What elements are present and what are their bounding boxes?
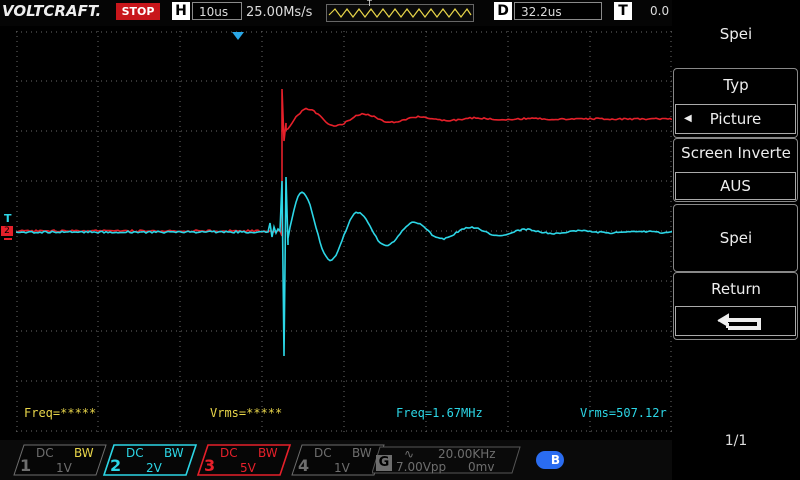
- channel-bandwidth-limit: BW: [74, 446, 94, 460]
- channel-scale: 5V: [240, 461, 256, 475]
- brand-logo: VOLTCRAFT.: [2, 2, 101, 20]
- channel-scale: 1V: [334, 461, 350, 475]
- run-stop-indicator[interactable]: STOP: [116, 3, 160, 20]
- channel-coupling: DC: [314, 446, 332, 460]
- screen-invert-toggle[interactable]: AUS: [675, 172, 796, 200]
- type-value: Picture: [710, 110, 762, 128]
- return-label: Return: [672, 280, 800, 298]
- bluetooth-badge-icon[interactable]: B: [536, 451, 564, 469]
- channel-1-tab[interactable]: 1 DC BW 1V: [12, 443, 108, 477]
- generator-amplitude: 7.00Vpp: [396, 460, 446, 474]
- measurement-freq-ch2: Freq=1.67MHz: [396, 406, 483, 420]
- trigger-position-arrow-icon[interactable]: [232, 32, 244, 40]
- bluetooth-label: B: [551, 453, 560, 467]
- channel-number: 1: [20, 456, 31, 475]
- horizontal-scale-value[interactable]: 10us: [192, 2, 242, 20]
- menu-page-indicator: 1/1: [672, 433, 800, 449]
- save-button[interactable]: Spei: [672, 229, 800, 247]
- channel-scale: 2V: [146, 461, 162, 475]
- sample-rate: 25.00Ms/s: [246, 5, 312, 20]
- trigger-level-text: 0.0: [640, 4, 669, 18]
- menu-title: Spei: [672, 25, 800, 43]
- channel-coupling: DC: [36, 446, 54, 460]
- trigger-marker: T: [367, 0, 372, 8]
- trigger-level-value[interactable]: 0.0: [640, 2, 672, 20]
- type-label: Typ: [672, 76, 800, 94]
- return-button[interactable]: [675, 306, 796, 336]
- waveform-display[interactable]: [16, 31, 672, 433]
- channel-3-ground-marker[interactable]: 2: [1, 226, 13, 236]
- generator-offset: 0mv: [468, 460, 494, 474]
- channel-3-tab[interactable]: 3 DC BW 5V: [196, 443, 292, 477]
- channel-2-tab[interactable]: 2 DC BW 2V: [102, 443, 198, 477]
- memory-waveform-icon: [327, 5, 473, 21]
- delay-value[interactable]: 32.2us: [514, 2, 602, 20]
- return-arrow-icon: [676, 307, 795, 335]
- screen-invert-label: Screen Inverte: [672, 144, 800, 162]
- channel-number: 2: [110, 456, 121, 475]
- generator-panel[interactable]: G ∿ 20.00KHz 7.00Vpp 0mv: [372, 445, 522, 475]
- channel-coupling: DC: [220, 446, 238, 460]
- type-selector[interactable]: ◀ Picture: [675, 104, 796, 134]
- channel-bandwidth-limit: BW: [258, 446, 278, 460]
- generator-key: G: [376, 455, 392, 471]
- trigger-position-bar[interactable]: [326, 4, 474, 22]
- t-key[interactable]: T: [614, 2, 632, 20]
- generator-frequency: 20.00KHz: [438, 447, 496, 461]
- wave-sine-icon: ∿: [404, 447, 414, 461]
- channel-scale: 1V: [56, 461, 72, 475]
- channel-2-ground-marker[interactable]: T: [4, 212, 12, 225]
- channel-bandwidth-limit: BW: [352, 446, 372, 460]
- d-key[interactable]: D: [494, 2, 512, 20]
- ground-symbol-icon: [4, 238, 12, 240]
- left-arrow-icon: ◀: [684, 105, 692, 133]
- measurement-freq-ch1: Freq=*****: [24, 406, 96, 420]
- measurement-vrms-ch1: Vrms=*****: [210, 406, 282, 420]
- measurement-vrms-ch2: Vrms=507.12r: [580, 406, 672, 420]
- channel-number: 4: [298, 456, 309, 475]
- channel-number: 3: [204, 456, 215, 475]
- channel-bandwidth-limit: BW: [164, 446, 184, 460]
- channel-coupling: DC: [126, 446, 144, 460]
- h-key[interactable]: H: [172, 2, 190, 20]
